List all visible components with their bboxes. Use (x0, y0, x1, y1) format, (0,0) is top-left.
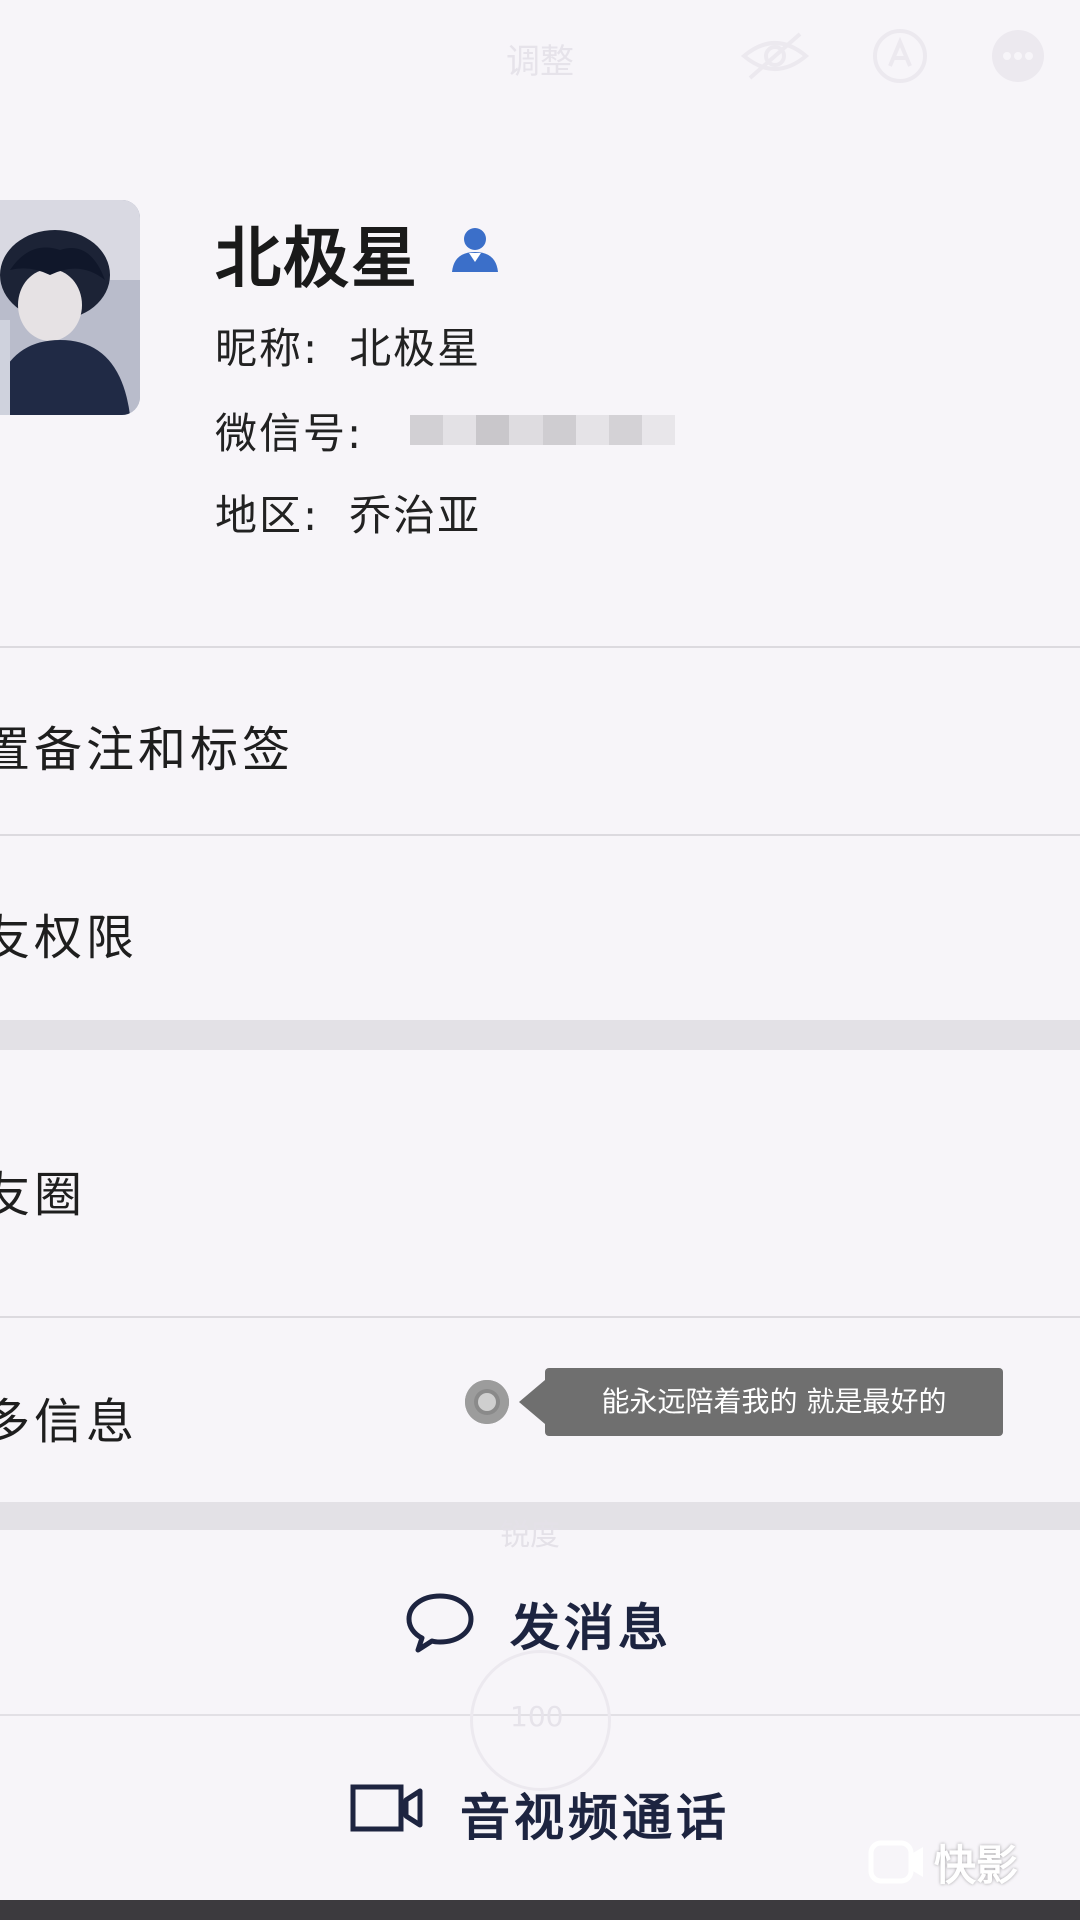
person-icon (452, 228, 498, 272)
nickname-value: 北极星 (349, 324, 482, 373)
more-info-row[interactable]: 多信息 (0, 1382, 138, 1452)
eye-off-icon[interactable] (738, 28, 812, 84)
caption-toast: 能永远陪着我的 就是最好的 (519, 1368, 1003, 1436)
moments-row[interactable]: 友圈 (0, 1155, 86, 1225)
chat-bubble-icon (406, 1593, 474, 1653)
region-row: 地区: 乔治亚 (215, 482, 481, 543)
contact-profile-screen: 调整 北极星 昵称: 北极星 微信号: 地区: 乔治亚 置备注和标签 友权限 友… (0, 0, 1080, 1920)
kuaiying-watermark: 快影 (868, 1832, 1018, 1892)
divider (0, 834, 1080, 836)
video-camera-icon (350, 1784, 423, 1832)
pen-tool-icon[interactable] (872, 28, 928, 84)
video-call-label: 音视频通话 (460, 1789, 730, 1847)
remark-and-tags-row[interactable]: 置备注和标签 (0, 710, 294, 780)
bottom-edge (0, 1900, 1080, 1920)
divider (0, 1316, 1080, 1318)
avatar[interactable] (0, 200, 140, 415)
wechat-id-row: 微信号: (215, 400, 393, 461)
slider-handle[interactable] (465, 1380, 509, 1424)
region-label: 地区: (215, 491, 320, 540)
editor-title: 调整 (506, 42, 574, 82)
nickname-row: 昵称: 北极星 (215, 315, 481, 376)
blurred-wechat-id (410, 415, 675, 445)
editor-topbar: 调整 (0, 0, 1080, 120)
more-icon[interactable] (990, 28, 1046, 84)
friend-permissions-row[interactable]: 友权限 (0, 898, 138, 968)
kuaiying-logo-icon (868, 1840, 923, 1884)
send-message-label: 发消息 (510, 1599, 672, 1657)
section-separator (0, 1020, 1080, 1050)
profile-name: 北极星 (215, 220, 419, 297)
region-value: 乔治亚 (349, 491, 482, 540)
divider (0, 646, 1080, 648)
watermark-text: 快影 (934, 1840, 1019, 1890)
wechat-id-label: 微信号: (215, 409, 364, 458)
nickname-label: 昵称: (215, 324, 320, 373)
